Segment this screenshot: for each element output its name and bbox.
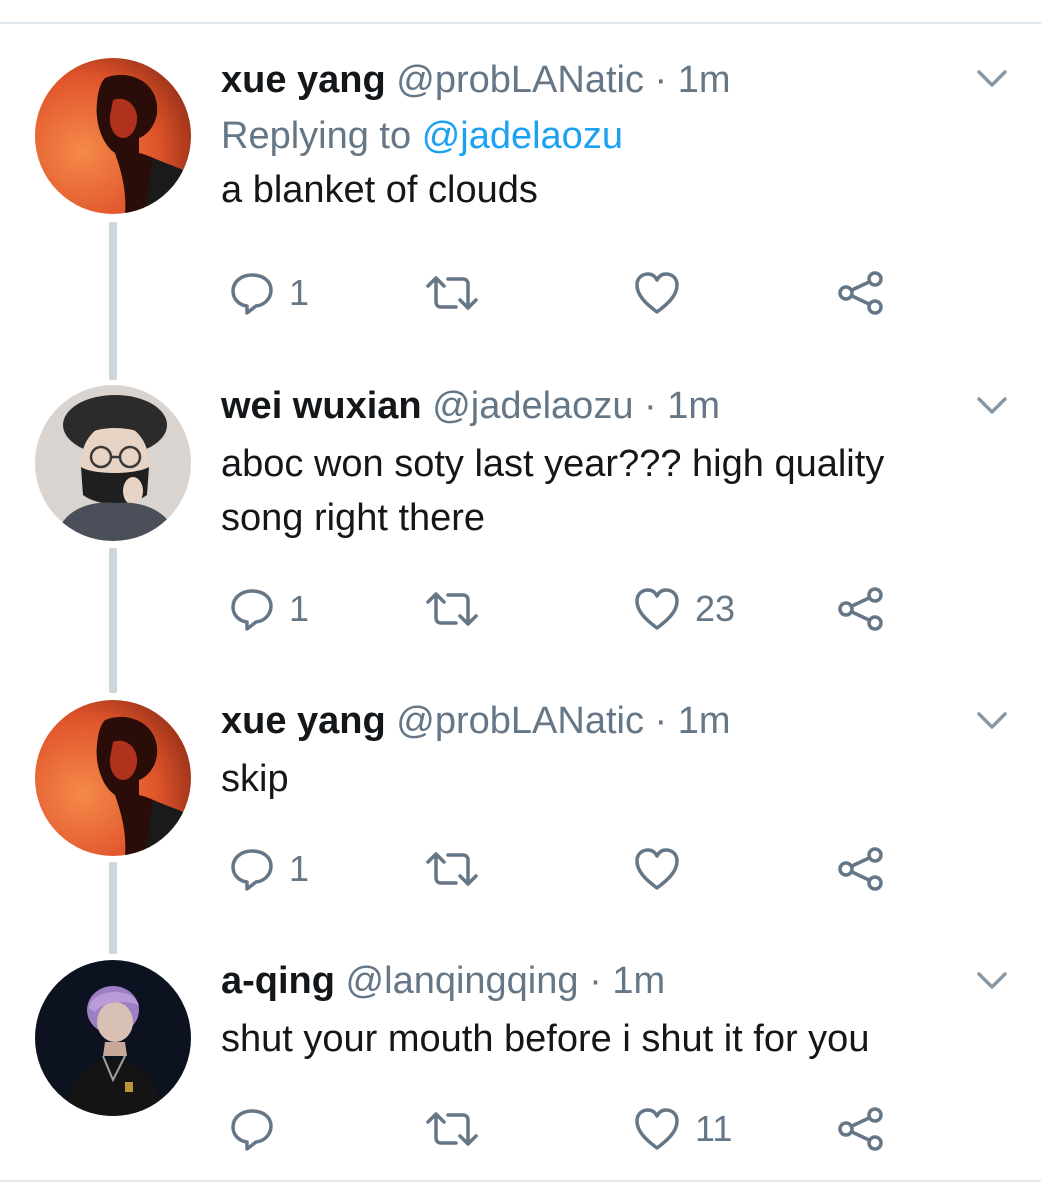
tweet-header: xue yang @probLANatic · 1m xyxy=(221,698,981,744)
heart-icon xyxy=(635,848,679,890)
avatar-image xyxy=(35,700,191,856)
separator: · xyxy=(589,960,602,1002)
user-handle[interactable]: @probLANatic xyxy=(396,700,644,742)
timestamp[interactable]: 1m xyxy=(667,385,720,427)
avatar[interactable] xyxy=(35,385,191,541)
tweet-text-line: song right there xyxy=(221,497,486,539)
display-name[interactable]: xue yang xyxy=(221,700,386,742)
reply-count: 1 xyxy=(289,272,310,313)
tweet-text: skip xyxy=(221,752,981,806)
tweet-text-line: shut your mouth before i shut it for you xyxy=(221,1018,870,1060)
mention-link[interactable]: @jadelaozu xyxy=(422,115,623,157)
tweet[interactable]: wei wuxian @jadelaozu · 1m aboc won soty… xyxy=(0,340,1041,680)
heart-icon xyxy=(635,588,679,630)
reply-count: 1 xyxy=(289,848,310,889)
separator: · xyxy=(654,59,668,101)
share-button[interactable] xyxy=(835,844,887,894)
tweet-header: wei wuxian @jadelaozu · 1m xyxy=(221,383,981,429)
retweet-icon xyxy=(426,1112,478,1146)
reply-button[interactable]: 1 xyxy=(229,584,309,634)
like-count: 11 xyxy=(695,1108,733,1149)
display-name[interactable]: wei wuxian xyxy=(221,385,422,427)
display-name[interactable]: xue yang xyxy=(221,59,386,101)
tweet[interactable]: a-qing @lanqingqing · 1m shut your mouth… xyxy=(0,940,1041,1180)
share-icon xyxy=(838,1107,883,1151)
like-count: 23 xyxy=(695,588,736,629)
reply-icon xyxy=(231,273,273,315)
timestamp[interactable]: 1m xyxy=(678,700,731,742)
tweet-text-line: skip xyxy=(221,758,289,800)
heart-icon xyxy=(635,1108,679,1150)
reply-button[interactable]: 1 xyxy=(229,268,309,318)
tweet-actions: 1 xyxy=(221,844,921,894)
reply-button[interactable]: 1 xyxy=(229,844,309,894)
tweet-text: shut your mouth before i shut it for you xyxy=(221,1012,981,1066)
retweet-button[interactable] xyxy=(424,584,494,634)
tweet-text: aboc won soty last year??? high quality … xyxy=(221,437,981,545)
reply-button[interactable] xyxy=(229,1104,289,1154)
like-button[interactable] xyxy=(633,844,695,894)
like-button[interactable]: 23 xyxy=(633,584,735,634)
tweet-header: xue yang @probLANatic · 1m xyxy=(221,57,981,103)
tweet-actions: 1 xyxy=(221,268,921,318)
retweet-icon xyxy=(426,276,478,310)
chevron-down-icon[interactable] xyxy=(976,68,1008,90)
avatar[interactable] xyxy=(35,58,191,214)
retweet-icon xyxy=(426,852,478,886)
separator: · xyxy=(644,385,657,427)
avatar[interactable] xyxy=(35,960,191,1116)
avatar-image xyxy=(35,960,191,1116)
reply-count: 1 xyxy=(289,588,310,629)
user-handle[interactable]: @lanqingqing xyxy=(346,960,579,1002)
tweet-header: a-qing @lanqingqing · 1m xyxy=(221,958,981,1004)
chevron-down-icon[interactable] xyxy=(976,970,1008,992)
user-handle[interactable]: @jadelaozu xyxy=(432,385,633,427)
reply-icon xyxy=(231,589,273,631)
tweet-text-line: aboc won soty last year??? high quality xyxy=(221,443,885,485)
share-button[interactable] xyxy=(835,584,887,634)
tweet-actions: 1 23 xyxy=(221,584,921,634)
bottom-divider xyxy=(0,1180,1041,1182)
reply-icon xyxy=(231,849,273,891)
chevron-down-icon[interactable] xyxy=(976,395,1008,417)
tweet[interactable]: xue yang @probLANatic · 1m skip 1 xyxy=(0,680,1041,940)
chevron-down-icon[interactable] xyxy=(976,710,1008,732)
share-button[interactable] xyxy=(835,1104,887,1154)
display-name[interactable]: a-qing xyxy=(221,960,335,1002)
avatar-image xyxy=(35,385,191,541)
replying-to-label: Replying to xyxy=(221,115,412,157)
retweet-button[interactable] xyxy=(424,268,494,318)
share-icon xyxy=(838,587,883,631)
like-button[interactable] xyxy=(633,268,695,318)
retweet-button[interactable] xyxy=(424,1104,494,1154)
share-icon xyxy=(838,271,883,315)
tweet-text-line: a blanket of clouds xyxy=(221,169,538,211)
tweet[interactable]: xue yang @probLANatic · 1m Replying to @… xyxy=(0,0,1041,340)
share-button[interactable] xyxy=(835,268,887,318)
retweet-icon xyxy=(426,592,478,626)
timestamp[interactable]: 1m xyxy=(612,960,665,1002)
replying-to: Replying to @jadelaozu xyxy=(221,109,981,163)
timestamp[interactable]: 1m xyxy=(678,59,731,101)
like-button[interactable]: 11 xyxy=(633,1104,732,1154)
avatar-image xyxy=(35,58,191,214)
avatar[interactable] xyxy=(35,700,191,856)
heart-icon xyxy=(635,272,679,314)
tweet-text: a blanket of clouds xyxy=(221,163,981,217)
retweet-button[interactable] xyxy=(424,844,494,894)
reply-icon xyxy=(231,1109,273,1151)
tweet-actions: 11 xyxy=(221,1104,921,1154)
user-handle[interactable]: @probLANatic xyxy=(396,59,644,101)
share-icon xyxy=(838,847,883,891)
separator: · xyxy=(654,700,668,742)
